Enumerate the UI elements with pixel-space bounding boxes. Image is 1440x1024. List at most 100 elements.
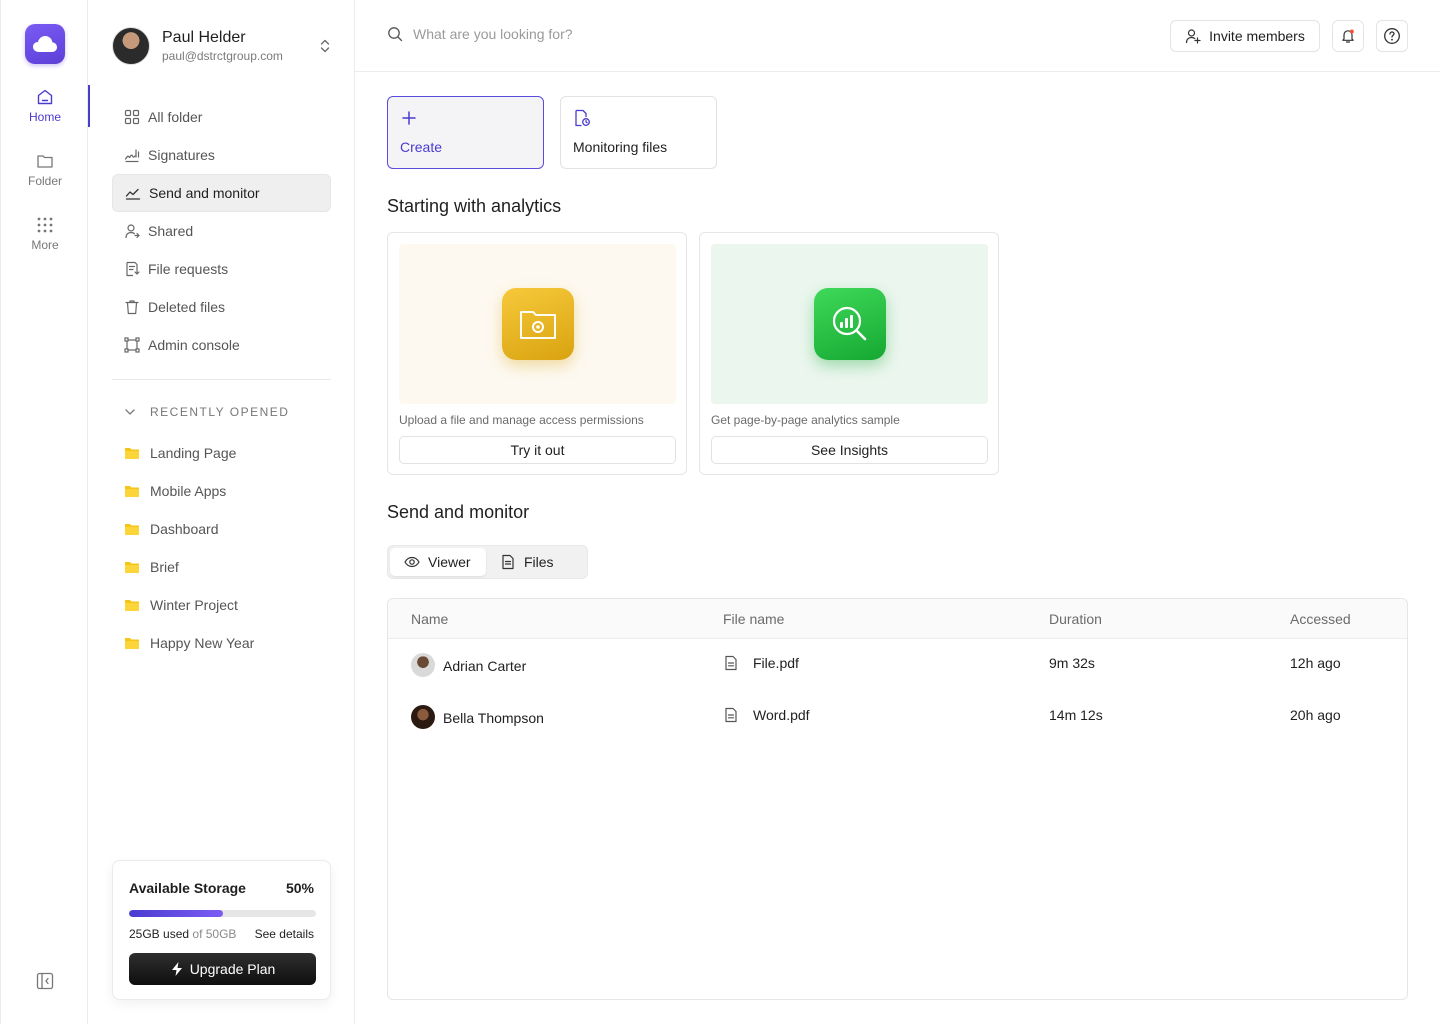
storage-progress-fill — [129, 910, 223, 917]
analytics-card-upload: Upload a file and manage access permissi… — [387, 232, 687, 475]
viewer-name: Adrian Carter — [443, 658, 527, 674]
tab-files[interactable]: Files — [486, 548, 568, 576]
sidebar-item-signatures[interactable]: Signatures — [112, 136, 331, 174]
sidebar-divider — [112, 379, 331, 380]
collapse-sidebar-button[interactable] — [36, 972, 54, 990]
folder-yellow-icon — [125, 448, 139, 459]
plus-icon — [402, 111, 416, 125]
file-name: Word.pdf — [753, 707, 810, 723]
app-rail: Home Folder More — [0, 0, 90, 1024]
recent-item-label: Happy New Year — [150, 635, 255, 651]
analytics-section-title: Starting with analytics — [387, 196, 562, 216]
chevron-up-down-icon — [320, 39, 330, 53]
recent-item-label: Dashboard — [150, 521, 219, 537]
sidebar-item-file-requests[interactable]: File requests — [112, 250, 331, 288]
app-logo[interactable] — [25, 24, 65, 64]
table-row[interactable]: Bella Thompson Word.pdf 14m 12s 20h ago — [388, 691, 1407, 743]
account-switcher[interactable]: Paul Helder paul@dstrctgroup.com — [112, 24, 332, 68]
monitoring-files-button[interactable]: Monitoring files — [560, 96, 717, 169]
storage-title: Available Storage — [129, 880, 246, 896]
storage-progress-bar — [129, 910, 316, 917]
sidebar-item-label: Admin console — [148, 337, 240, 353]
analytics-card-insights: Get page-by-page analytics sample See In… — [699, 232, 999, 475]
invite-members-button[interactable]: Invite members — [1170, 20, 1320, 52]
folder-icon — [37, 155, 53, 168]
grid-icon — [124, 109, 140, 125]
chevron-down-icon — [125, 409, 135, 415]
recent-item-label: Winter Project — [150, 597, 238, 613]
monitor-section-title: Send and monitor — [387, 502, 530, 522]
cell-name: Adrian Carter — [411, 653, 527, 677]
create-label: Create — [400, 139, 443, 155]
table-row[interactable]: Adrian Carter File.pdf 9m 32s 12h ago — [388, 639, 1407, 691]
rail-item-home[interactable]: Home — [1, 85, 90, 127]
recent-item[interactable]: Mobile Apps — [124, 472, 331, 510]
recent-item[interactable]: Winter Project — [124, 586, 331, 624]
sidebar-item-all-folder[interactable]: All folder — [112, 98, 331, 136]
notifications-button[interactable] — [1332, 20, 1364, 52]
sidebar-item-deleted-files[interactable]: Deleted files — [112, 288, 331, 326]
see-insights-button[interactable]: See Insights — [711, 436, 988, 464]
sidebar-item-label: All folder — [148, 109, 203, 125]
recent-item-label: Landing Page — [150, 445, 237, 461]
see-details-link[interactable]: See details — [255, 927, 314, 941]
recent-item[interactable]: Landing Page — [124, 434, 331, 472]
recent-item[interactable]: Brief — [124, 548, 331, 586]
home-icon — [37, 89, 53, 105]
column-header-name[interactable]: Name — [411, 611, 448, 627]
user-share-icon — [125, 224, 140, 239]
sidebar-item-admin-console[interactable]: Admin console — [112, 326, 331, 364]
lightning-icon — [171, 962, 182, 976]
sidebar-item-send-and-monitor[interactable]: Send and monitor — [112, 174, 331, 212]
help-circle-icon — [1384, 28, 1400, 44]
tab-label: Files — [524, 554, 554, 570]
user-plus-icon — [1186, 29, 1201, 44]
recent-item[interactable]: Happy New Year — [124, 624, 331, 662]
document-icon — [725, 655, 737, 671]
file-request-icon — [126, 261, 140, 277]
document-icon — [502, 554, 514, 570]
rail-label-more: More — [31, 238, 59, 252]
rail-item-folder[interactable]: Folder — [1, 152, 89, 188]
storage-used: 25GB used — [129, 927, 190, 941]
column-header-accessed[interactable]: Accessed — [1290, 611, 1351, 627]
sidebar-item-shared[interactable]: Shared — [112, 212, 331, 250]
storage-percent: 50% — [285, 880, 314, 896]
folder-yellow-icon — [125, 486, 139, 497]
file-clock-icon — [575, 109, 590, 127]
recently-opened-heading: RECENTLY OPENED — [150, 405, 290, 419]
table-header: Name File name Duration Accessed — [388, 599, 1407, 639]
upgrade-plan-button[interactable]: Upgrade Plan — [129, 953, 316, 985]
line-chart-icon — [125, 188, 141, 200]
rail-item-more[interactable]: More — [1, 216, 89, 252]
monitor-table: Name File name Duration Accessed Adrian … — [387, 598, 1408, 1000]
user-email: paul@dstrctgroup.com — [162, 49, 283, 63]
try-it-out-button[interactable]: Try it out — [399, 436, 676, 464]
top-bar: Invite members — [355, 0, 1440, 72]
cell-file: File.pdf — [723, 655, 799, 671]
create-button[interactable]: Create — [387, 96, 544, 169]
eye-icon — [404, 556, 420, 568]
avatar — [411, 653, 435, 677]
viewer-name: Bella Thompson — [443, 710, 544, 726]
signature-icon — [124, 149, 140, 163]
recent-list: Landing Page Mobile Apps Dashboard Brief… — [124, 434, 331, 662]
folder-camera-app-icon — [501, 288, 574, 360]
column-header-duration[interactable]: Duration — [1049, 611, 1102, 627]
grid-dots-icon — [37, 217, 53, 233]
tab-viewer[interactable]: Viewer — [390, 548, 486, 576]
trash-icon — [125, 300, 139, 315]
storage-card: Available Storage 50% 25GB used of 50GB … — [112, 860, 331, 1000]
chart-magnifier-icon — [832, 306, 866, 341]
recently-opened-toggle[interactable]: RECENTLY OPENED — [124, 405, 289, 419]
avatar — [411, 705, 435, 729]
user-name: Paul Helder — [162, 29, 246, 46]
help-button[interactable] — [1376, 20, 1408, 52]
recent-item[interactable]: Dashboard — [124, 510, 331, 548]
column-header-file[interactable]: File name — [723, 611, 784, 627]
search-input[interactable] — [413, 26, 713, 42]
user-avatar — [112, 27, 150, 65]
cell-accessed: 20h ago — [1290, 707, 1341, 723]
folder-gear-icon — [519, 311, 556, 339]
card-hero — [711, 244, 988, 404]
